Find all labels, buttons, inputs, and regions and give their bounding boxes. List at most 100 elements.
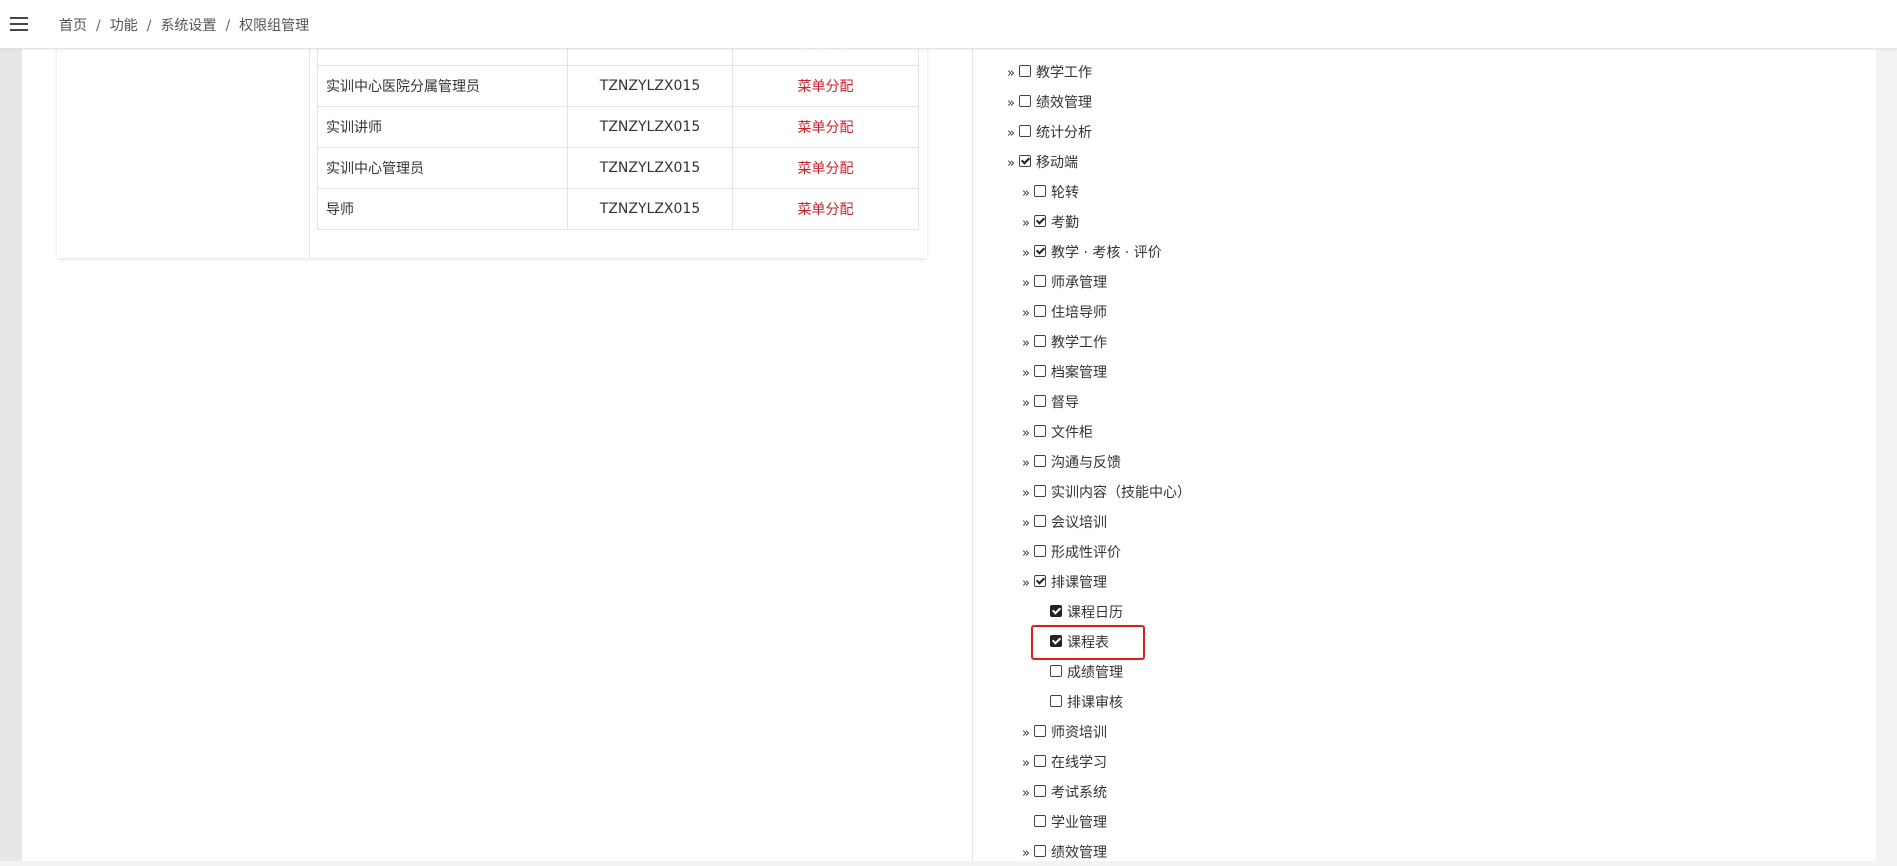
tree-item-label: 形成性评价 [1051, 545, 1121, 561]
tree-checkbox[interactable] [1034, 215, 1046, 227]
double-chevron-right-icon[interactable]: » [1022, 752, 1034, 776]
tree-item-label: 考试系统 [1051, 785, 1107, 801]
tree-checkbox[interactable] [1034, 365, 1046, 377]
tree-item-performance[interactable]: » 绩效管理 [1007, 91, 1092, 115]
menu-assign-cell: 菜单分配 [732, 65, 919, 107]
hamburger-icon[interactable] [10, 17, 28, 31]
double-chevron-right-icon[interactable]: » [1022, 392, 1034, 416]
tree-item-label: 学业管理 [1051, 815, 1107, 831]
tree-checkbox[interactable] [1034, 515, 1046, 527]
tree-item-teaching-work-mobile[interactable]: » 教学工作 [1022, 331, 1107, 355]
tree-item-faculty-training[interactable]: » 师资培训 [1022, 721, 1107, 745]
tree-item-mentorship[interactable]: » 师承管理 [1022, 271, 1107, 295]
menu-assign-cell: 菜单分配 [732, 188, 919, 230]
tree-item-statistics[interactable]: » 统计分析 [1007, 121, 1092, 145]
double-chevron-right-icon[interactable]: » [1022, 422, 1034, 446]
tree-checkbox[interactable] [1034, 335, 1046, 347]
tree-item-schedule-review[interactable]: 排课审核 [1050, 691, 1123, 715]
tree-item-grades[interactable]: 成绩管理 [1050, 661, 1123, 685]
tree-item-resident-tutor[interactable]: » 住培导师 [1022, 301, 1107, 325]
tree-checkbox[interactable] [1034, 545, 1046, 557]
breadcrumb-function[interactable]: 功能 [110, 18, 138, 34]
tree-item-online-learning[interactable]: » 在线学习 [1022, 751, 1107, 775]
breadcrumb-system-settings[interactable]: 系统设置 [160, 18, 216, 34]
double-chevron-right-icon[interactable]: » [1022, 482, 1034, 506]
tree-checkbox[interactable] [1034, 425, 1046, 437]
breadcrumb-separator: / [96, 18, 101, 34]
tree-item-label: 档案管理 [1051, 365, 1107, 381]
tree-item-exam-system[interactable]: » 考试系统 [1022, 781, 1107, 805]
tree-item-archives[interactable]: » 档案管理 [1022, 361, 1107, 385]
left-gutter [0, 48, 22, 861]
tree-checkbox[interactable] [1034, 245, 1046, 257]
double-chevron-down-icon[interactable]: » [1022, 572, 1034, 596]
tree-item-meeting-training[interactable]: » 会议培训 [1022, 511, 1107, 535]
tree-checkbox[interactable] [1019, 155, 1031, 167]
tree-item-performance-mobile[interactable]: » 绩效管理 [1022, 841, 1107, 865]
double-chevron-right-icon[interactable]: » [1022, 722, 1034, 746]
table-row: 实训中心管理员 TZNZYLZX015 菜单分配 [317, 147, 919, 189]
tree-item-mobile[interactable]: » 移动端 [1007, 151, 1078, 175]
menu-assign-link[interactable]: 菜单分配 [798, 161, 854, 177]
tree-item-communication[interactable]: » 沟通与反馈 [1022, 451, 1121, 475]
breadcrumb-home[interactable]: 首页 [59, 18, 87, 34]
tree-checkbox[interactable] [1034, 845, 1046, 857]
tree-checkbox[interactable] [1050, 665, 1062, 677]
double-chevron-right-icon[interactable]: » [1022, 452, 1034, 476]
tree-item-scheduling[interactable]: » 排课管理 [1022, 571, 1107, 595]
double-chevron-down-icon[interactable]: » [1007, 152, 1019, 176]
role-name-cell: 实训中心管理员 [317, 147, 568, 189]
table-row: 实训中心医院分属管理员 TZNZYLZX015 菜单分配 [317, 65, 919, 107]
tree-checkbox[interactable] [1050, 695, 1062, 707]
tree-checkbox[interactable] [1034, 455, 1046, 467]
tree-checkbox[interactable] [1019, 65, 1031, 77]
tree-item-supervision[interactable]: » 督导 [1022, 391, 1079, 415]
double-chevron-right-icon[interactable]: » [1022, 212, 1034, 236]
tree-checkbox[interactable] [1034, 755, 1046, 767]
tree-checkbox[interactable] [1034, 725, 1046, 737]
tree-checkbox[interactable] [1034, 485, 1046, 497]
double-chevron-right-icon[interactable]: » [1022, 782, 1034, 806]
tree-checkbox[interactable] [1034, 185, 1046, 197]
tree-checkbox[interactable] [1050, 605, 1062, 617]
tree-item-formative-evaluation[interactable]: » 形成性评价 [1022, 541, 1121, 565]
breadcrumb: 首页 / 功能 / 系统设置 / 权限组管理 [59, 15, 309, 35]
tree-checkbox[interactable] [1034, 305, 1046, 317]
double-chevron-right-icon[interactable]: » [1022, 242, 1034, 266]
tree-checkbox[interactable] [1034, 395, 1046, 407]
tree-item-label: 住培导师 [1051, 305, 1107, 321]
breadcrumb-separator: / [146, 18, 152, 34]
tree-checkbox[interactable] [1034, 815, 1046, 827]
double-chevron-right-icon[interactable]: » [1022, 842, 1034, 866]
double-chevron-right-icon[interactable]: » [1022, 542, 1034, 566]
tree-item-teaching-work[interactable]: » 教学工作 [1007, 61, 1092, 85]
tree-checkbox[interactable] [1034, 575, 1046, 587]
menu-assign-link[interactable]: 菜单分配 [798, 202, 854, 218]
tree-item-course-calendar[interactable]: 课程日历 [1050, 601, 1123, 625]
double-chevron-right-icon[interactable]: » [1022, 182, 1034, 206]
double-chevron-right-icon[interactable]: » [1007, 62, 1019, 86]
double-chevron-right-icon[interactable]: » [1022, 512, 1034, 536]
breadcrumb-separator: / [225, 18, 231, 34]
menu-assign-link[interactable]: 菜单分配 [798, 120, 854, 136]
tree-checkbox[interactable] [1034, 785, 1046, 797]
panel-divider [309, 48, 310, 258]
double-chevron-right-icon[interactable]: » [1007, 122, 1019, 146]
tree-item-attendance[interactable]: » 考勤 [1022, 211, 1079, 235]
double-chevron-right-icon[interactable]: » [1022, 362, 1034, 386]
tree-checkbox[interactable] [1019, 95, 1031, 107]
tree-item-teaching-assessment[interactable]: » 教学 · 考核 · 评价 [1022, 241, 1162, 265]
double-chevron-right-icon[interactable]: » [1022, 272, 1034, 296]
top-header: 首页 / 功能 / 系统设置 / 权限组管理 [0, 0, 1897, 49]
tree-item-label: 教学 · 考核 · 评价 [1051, 245, 1162, 261]
tree-item-training-content[interactable]: » 实训内容（技能中心） [1022, 481, 1191, 505]
double-chevron-right-icon[interactable]: » [1022, 302, 1034, 326]
double-chevron-right-icon[interactable]: » [1022, 332, 1034, 356]
tree-checkbox[interactable] [1034, 275, 1046, 287]
menu-assign-link[interactable]: 菜单分配 [798, 79, 854, 95]
tree-item-rotation[interactable]: » 轮转 [1022, 181, 1079, 205]
tree-checkbox[interactable] [1019, 125, 1031, 137]
double-chevron-right-icon[interactable]: » [1007, 92, 1019, 116]
tree-item-file-cabinet[interactable]: » 文件柜 [1022, 421, 1093, 445]
tree-item-academic[interactable]: 学业管理 [1034, 811, 1107, 835]
